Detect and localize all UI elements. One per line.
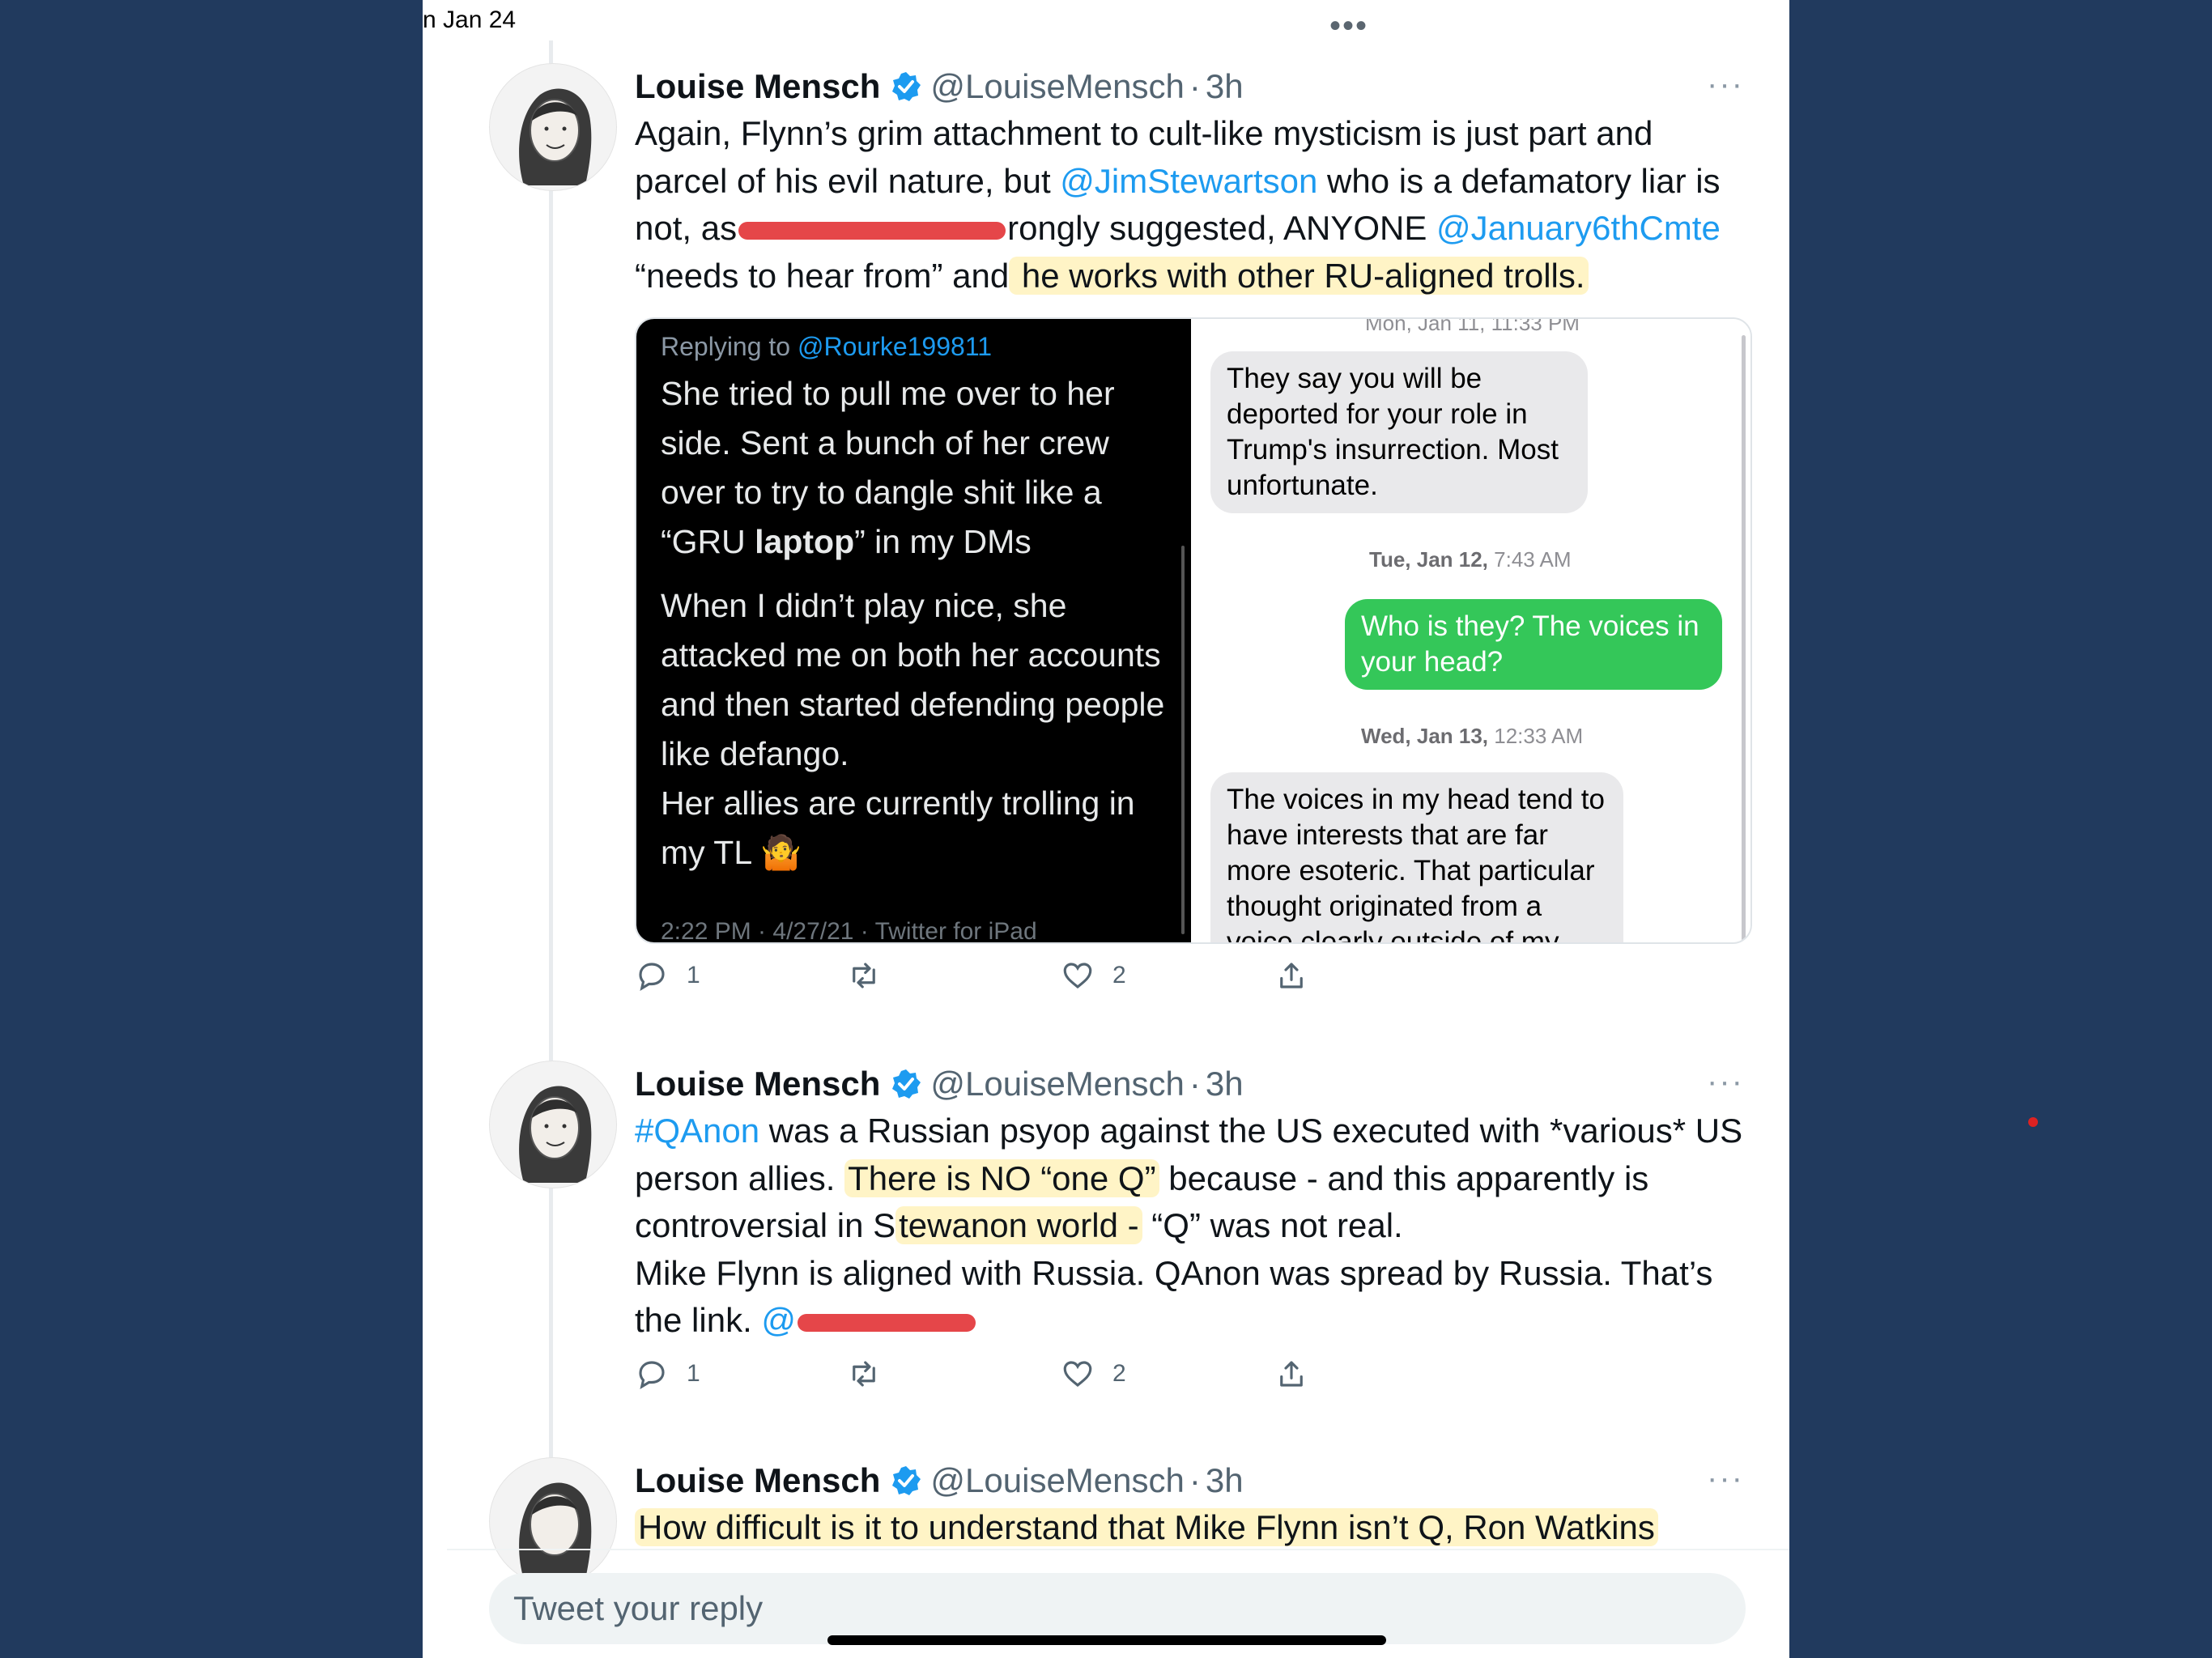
tweet-time[interactable]: 3h xyxy=(1206,67,1244,106)
tweet-text: #QAnon was a Russian psyop against the U… xyxy=(635,1107,1744,1345)
like-count: 2 xyxy=(1112,962,1126,988)
like-icon xyxy=(1063,1361,1092,1388)
message-timestamp: Mon, Jan 11, 11:33 PM xyxy=(1365,317,1580,335)
embedded-paragraph: Her allies are currently trolling in my … xyxy=(661,784,1135,871)
embedded-paragraph: When I didn’t play nice, she attacked me… xyxy=(661,587,1165,772)
reply-button[interactable]: 1 xyxy=(635,1357,700,1391)
reply-bar-divider xyxy=(447,1549,1789,1550)
text-paragraph: Mike Flynn is aligned with Russia. QAnon… xyxy=(635,1253,1713,1340)
thread-connector-line xyxy=(549,40,553,1498)
like-icon xyxy=(1063,963,1092,989)
highlighted-text: tewanon world - xyxy=(895,1206,1142,1244)
background-panel-right xyxy=(1789,0,2212,1658)
share-button[interactable] xyxy=(1274,1357,1308,1391)
reply-icon xyxy=(639,963,665,991)
reply-count: 1 xyxy=(687,1360,700,1387)
author-handle[interactable]: @LouiseMensch xyxy=(930,67,1184,106)
message-bubble-sent: Who is they? The voices in your head? xyxy=(1345,599,1722,690)
mention-link[interactable]: @JimStewartson xyxy=(1060,162,1317,200)
separator: · xyxy=(1189,67,1201,105)
tweet-header: Louise Mensch @LouiseMensch · 3h xyxy=(635,63,1744,110)
avatar[interactable] xyxy=(489,1061,617,1188)
more-icon[interactable]: ··· xyxy=(1707,1460,1744,1497)
more-icon[interactable]: ••• xyxy=(1329,8,1368,45)
text-segment: rongly suggested, ANYONE xyxy=(1007,209,1437,247)
tweet-media-image[interactable]: Replying to @Rourke199811 She tried to p… xyxy=(635,317,1752,944)
share-button[interactable] xyxy=(1274,959,1308,993)
like-count: 2 xyxy=(1112,1360,1126,1387)
red-mark xyxy=(2028,1117,2038,1127)
background-panel-left xyxy=(0,0,423,1658)
share-icon xyxy=(1280,1361,1303,1387)
text-paragraph: #QAnon was a Russian psyop against the U… xyxy=(635,1112,1743,1244)
embedded-footer: 2:22 PM · 4/27/21 · Twitter for iPad xyxy=(661,918,1037,944)
verified-badge-icon xyxy=(890,1465,922,1497)
reply-count: 1 xyxy=(687,962,700,988)
author-name[interactable]: Louise Mensch xyxy=(635,1065,880,1103)
message-bubble-received: The voices in my head tend to have inter… xyxy=(1210,772,1623,942)
retweet-icon xyxy=(853,963,875,988)
mention-link[interactable]: @January6thCmte xyxy=(1436,209,1721,247)
twitter-thread-screen: n Jan 24 ••• Louise Mensch @LouiseMensch… xyxy=(423,0,1789,1658)
reply-button[interactable]: 1 xyxy=(635,959,700,993)
separator: · xyxy=(1189,1065,1201,1103)
highlighted-text: How difficult is it to understand that M… xyxy=(635,1508,1658,1546)
more-icon[interactable]: ··· xyxy=(1707,1064,1744,1100)
message-bubble-received: They say you will be deported for your r… xyxy=(1210,351,1588,513)
separator: · xyxy=(1189,1461,1201,1499)
share-icon xyxy=(1280,963,1303,988)
verified-badge-icon xyxy=(890,1068,922,1100)
replying-to-line: Replying to @Rourke199811 xyxy=(661,332,993,361)
highlighted-text: he works with other RU-aligned trolls. xyxy=(1009,256,1589,295)
verified-badge-icon xyxy=(890,70,922,103)
redaction-mark xyxy=(738,221,1006,240)
tweet-actions: 1 2 xyxy=(635,959,1444,1007)
like-button[interactable]: 2 xyxy=(1061,1357,1126,1391)
redaction-mark xyxy=(798,1313,976,1332)
author-handle[interactable]: @LouiseMensch xyxy=(930,1461,1184,1500)
tweet-text: How difficult is it to understand that M… xyxy=(635,1504,1744,1552)
scrollbar xyxy=(1742,335,1746,942)
author-handle[interactable]: @LouiseMensch xyxy=(930,1065,1184,1103)
tweet-header: Louise Mensch @LouiseMensch · 3h xyxy=(635,1061,1744,1107)
reply-icon xyxy=(639,1361,665,1389)
embedded-paragraph: She tried to pull me over to her side. S… xyxy=(661,375,1115,560)
scrollbar xyxy=(1181,546,1185,934)
home-indicator[interactable] xyxy=(827,1635,1386,1645)
imessage-screenshot: Mon, Jan 11, 11:33 PM They say you will … xyxy=(1191,319,1750,942)
more-icon[interactable]: ··· xyxy=(1707,66,1744,103)
tweet-time[interactable]: 3h xyxy=(1206,1065,1244,1103)
avatar[interactable] xyxy=(489,63,617,191)
text-segment: “needs to hear from” and xyxy=(635,256,1010,295)
tweet-time[interactable]: 3h xyxy=(1206,1461,1244,1500)
parent-tweet-date: n Jan 24 xyxy=(423,6,517,33)
hashtag-link[interactable]: #QAnon xyxy=(635,1112,759,1150)
retweet-button[interactable] xyxy=(847,1357,881,1391)
avatar[interactable] xyxy=(489,1457,617,1585)
tweet-actions: 1 2 xyxy=(635,1357,1444,1405)
retweet-button[interactable] xyxy=(847,959,881,993)
author-name[interactable]: Louise Mensch xyxy=(635,67,880,106)
retweet-icon xyxy=(853,1361,875,1387)
message-timestamp: Tue, Jan 12, 7:43 AM xyxy=(1369,547,1572,572)
tweet-header: Louise Mensch @LouiseMensch · 3h xyxy=(635,1457,1744,1504)
tweet-reply-input[interactable] xyxy=(489,1573,1746,1644)
highlighted-text: There is NO “one Q” xyxy=(844,1158,1159,1197)
embedded-tweet-screenshot: Replying to @Rourke199811 She tried to p… xyxy=(636,319,1191,942)
author-name[interactable]: Louise Mensch xyxy=(635,1461,880,1500)
mention-link[interactable]: @ xyxy=(761,1301,796,1339)
message-timestamp: Wed, Jan 13, 12:33 AM xyxy=(1361,724,1584,748)
like-button[interactable]: 2 xyxy=(1061,959,1126,993)
tweet-text: Again, Flynn’s grim attachment to cult-l… xyxy=(635,110,1744,300)
